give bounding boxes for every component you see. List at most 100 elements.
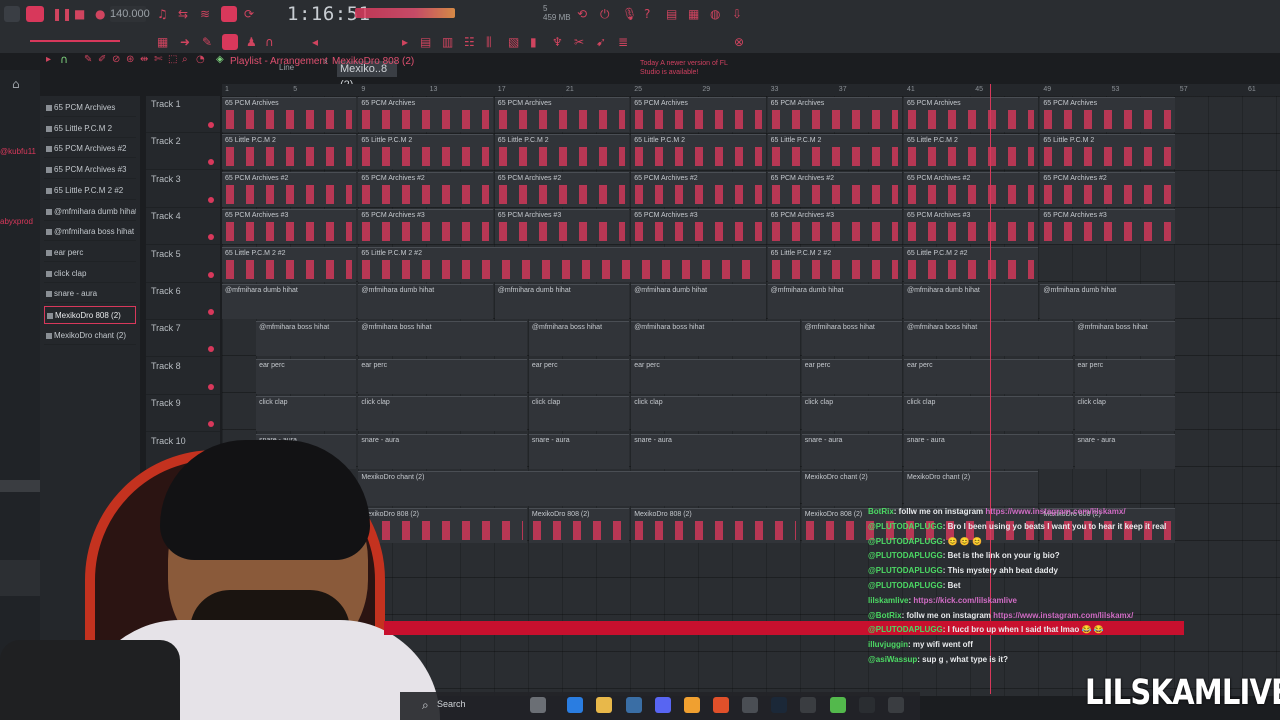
playlist-clip[interactable]: 65 PCM Archives #3 (904, 209, 1039, 245)
browser-icon[interactable]: ▧ (508, 34, 519, 50)
playback-tool-icon[interactable]: ◔ (196, 52, 205, 68)
playlist-clip[interactable]: ear perc (801, 358, 902, 394)
countdown-icon[interactable]: ⇆ (178, 6, 188, 22)
file-explorer-icon[interactable] (596, 697, 612, 713)
menu-icon[interactable] (4, 6, 20, 22)
playlist-clip[interactable]: @mfmihara dumb hihat (494, 284, 630, 319)
stamp-icon[interactable]: ♟ (246, 34, 257, 50)
pattern-item[interactable]: click clap (44, 265, 136, 283)
playlist-clip[interactable]: click clap (801, 396, 902, 432)
track-mute-dot[interactable] (208, 383, 214, 390)
widget-icon[interactable] (530, 697, 546, 713)
close-notice-icon[interactable]: ⊗ (734, 34, 744, 50)
track-mute-dot[interactable] (208, 196, 214, 203)
pause-icon[interactable]: ❚❚ (52, 6, 72, 22)
playlist-clip[interactable]: @mfmihara dumb hihat (222, 284, 357, 319)
mute-tool-icon[interactable]: ⊛ (126, 52, 134, 68)
pattern-item[interactable]: 65 PCM Archives #3 (44, 161, 136, 180)
search-icon[interactable]: ⌕ (422, 697, 429, 713)
copilot-icon[interactable] (567, 697, 583, 713)
playlist-clip[interactable]: ear perc (904, 358, 1073, 394)
chat-username[interactable]: @PLUTODAPLUGG (868, 625, 943, 634)
sync-icon[interactable]: ⟲ (577, 6, 587, 22)
track-header[interactable]: Track 6 (146, 283, 220, 320)
playlist-clip[interactable]: ear perc (631, 358, 800, 394)
playlist-clip[interactable]: MexikoDro 808 (2) (528, 508, 630, 544)
playlist-clip[interactable]: MexikoDro 808 (2) (631, 508, 800, 544)
playlist-clip[interactable]: 65 PCM Archives (904, 97, 1039, 132)
pencil-tool-icon[interactable]: ✎ (84, 52, 92, 68)
chat-username[interactable]: lilskamlive (868, 596, 908, 605)
track-header[interactable]: Track 3 (146, 171, 220, 208)
playlist-clip[interactable]: 65 PCM Archives #2 (494, 171, 630, 207)
track-mute-dot[interactable] (208, 234, 214, 241)
arrow-left-icon[interactable]: ◂ (312, 34, 318, 50)
arrow-icon[interactable]: ▸ (46, 52, 51, 68)
discord-icon[interactable] (655, 697, 671, 713)
pattern-item[interactable]: MexikoDro 808 (2) (44, 306, 136, 324)
playlist-clip[interactable]: ear perc (1074, 358, 1175, 394)
playlist-clip[interactable]: 65 PCM Archives #3 (631, 209, 766, 245)
snap-magnet-icon[interactable]: ∩ (60, 52, 68, 68)
chat-username[interactable]: @BotRix (868, 611, 902, 620)
playlist-clip[interactable]: @mfmihara boss hihat (801, 321, 902, 357)
playlist-clip[interactable]: ear perc (528, 358, 630, 394)
playlist-clip[interactable]: snare - aura (528, 433, 630, 469)
arrow-right-icon[interactable]: ➜ (180, 34, 190, 50)
playlist-clip[interactable]: MexikoDro chant (2) (358, 471, 800, 506)
playlist-clip[interactable]: click clap (904, 396, 1073, 432)
mic-icon[interactable]: 🎙 (622, 6, 637, 22)
app-icon-4[interactable] (888, 697, 904, 713)
playlist-clip[interactable]: 65 Little P.C.M 2 (494, 134, 630, 170)
playlist-clip[interactable]: @mfmihara boss hihat (1074, 321, 1175, 357)
draw-tool-button[interactable] (222, 34, 238, 50)
timeline-ruler[interactable]: 1 5 9 13 17 21 25 29 33 37 41 45 49 53 57 61 (222, 84, 1280, 96)
chat-link[interactable]: https://www.instagram.com/lilskamx/ (993, 611, 1133, 620)
obs-icon[interactable] (742, 697, 758, 713)
playlist-clip[interactable]: click clap (528, 396, 630, 432)
paint-tool-icon[interactable]: ✐ (98, 52, 106, 68)
app-icon-3[interactable] (859, 697, 875, 713)
track-header[interactable]: Track 8 (146, 358, 220, 395)
pattern-item[interactable]: @mfmihara dumb hihat (44, 203, 136, 221)
chat-icon[interactable]: ◍ (710, 6, 720, 22)
brush-icon[interactable]: ✎ (202, 34, 212, 50)
loop-record-icon[interactable]: ⟳ (244, 6, 254, 22)
chat-username[interactable]: illuvjuggin (868, 640, 908, 649)
playlist-clip[interactable]: click clap (631, 396, 800, 432)
track-mute-dot[interactable] (208, 271, 214, 278)
playlist-clip[interactable]: 65 PCM Archives #2 (767, 171, 902, 207)
magnet-icon[interactable]: ∩ (265, 34, 274, 50)
playlist-clip[interactable]: @mfmihara boss hihat (256, 321, 357, 357)
play-pattern-icon[interactable]: ◈ (216, 52, 224, 68)
playlist-clip[interactable]: 65 PCM Archives #2 (631, 171, 766, 207)
playlist-clip[interactable]: 65 PCM Archives (631, 97, 766, 132)
playlist-clip[interactable]: @mfmihara dumb hihat (904, 284, 1039, 319)
song-mode-button[interactable] (26, 6, 44, 22)
cut-icon[interactable]: ✂ (574, 34, 584, 50)
playlist-clip[interactable]: 65 PCM Archives #3 (358, 209, 493, 245)
select-tool-icon[interactable]: ⬚ (168, 52, 177, 68)
pattern-item[interactable]: snare - aura (44, 285, 136, 304)
metronome-icon[interactable]: ♫ (157, 6, 168, 22)
playlist-clip[interactable]: @mfmihara dumb hihat (1040, 284, 1175, 319)
playlist-clip[interactable]: 65 Little P.C.M 2 #2 (767, 246, 902, 282)
zoom-tool-icon[interactable]: ⌕ (182, 52, 188, 68)
playlist-clip[interactable]: @mfmihara boss hihat (904, 321, 1073, 357)
chat-username[interactable]: @asiWassup (868, 655, 917, 664)
chat-username[interactable]: @PLUTODAPLUGG (868, 537, 943, 546)
playlist-clip[interactable]: 65 PCM Archives (222, 97, 357, 132)
playlist-clip[interactable]: snare - aura (801, 433, 902, 469)
chat-username[interactable]: @PLUTODAPLUGG (868, 566, 943, 575)
delete-tool-icon[interactable]: ⊘ (112, 52, 120, 68)
playlist-clip[interactable]: 65 Little P.C.M 2 #2 (904, 246, 1039, 282)
folder-icon[interactable]: ⌂ (12, 76, 20, 92)
pattern-item[interactable]: ear perc (44, 244, 136, 262)
wait-input-button[interactable] (221, 6, 237, 22)
breadcrumb-pattern[interactable]: MexikoDro 808 (2) (332, 56, 414, 67)
playlist-clip[interactable]: 65 Little P.C.M 2 #2 (358, 246, 766, 282)
track-mute-dot[interactable] (208, 421, 214, 428)
playlist-clip[interactable]: click clap (256, 396, 357, 432)
save-icon[interactable]: ▤ (666, 6, 677, 22)
playlist-clip[interactable]: MexikoDro chant (2) (801, 471, 902, 506)
